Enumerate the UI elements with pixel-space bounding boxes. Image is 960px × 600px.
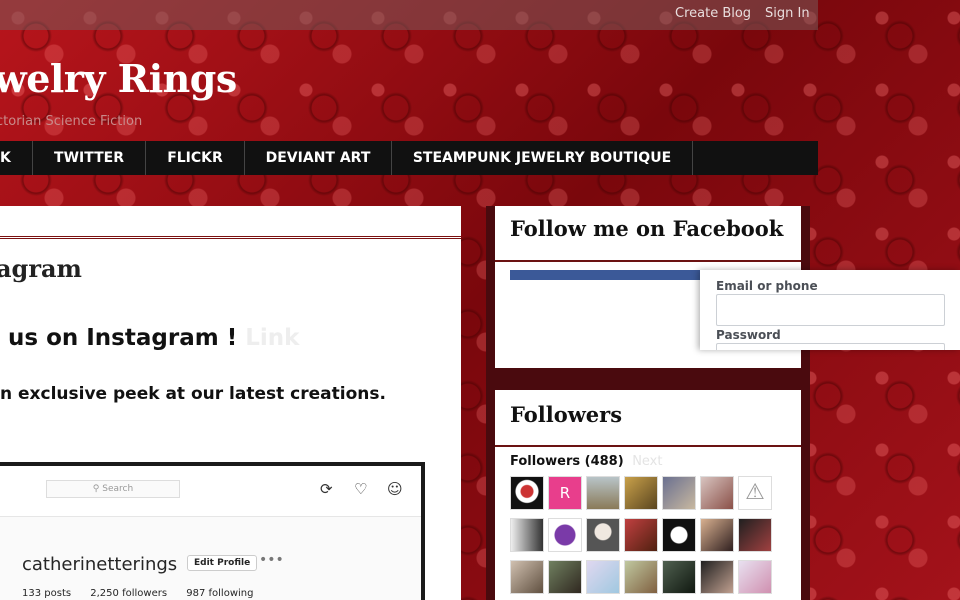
- follower-avatar[interactable]: [624, 518, 658, 552]
- post-instagram-line: us on Instagram ! Link: [8, 325, 299, 351]
- instagram-username: catherinetterings: [22, 554, 178, 575]
- instagram-search-placeholder: Search: [102, 484, 134, 494]
- password-field[interactable]: [716, 343, 945, 350]
- warning-icon[interactable]: ⚠: [738, 476, 772, 510]
- instagram-header: ⚲ Search ⟳ ♡ ☺: [0, 466, 421, 517]
- follower-avatar[interactable]: [586, 518, 620, 552]
- nav-item-steampunk-jewelry-boutique[interactable]: STEAMPUNK JEWELRY BOUTIQUE: [392, 141, 693, 175]
- instagram-posts: 133 posts: [22, 588, 72, 599]
- follower-avatar[interactable]: [624, 476, 658, 510]
- facebook-login-popup: Email or phone Password: [700, 270, 960, 350]
- blog-description: ctorian Science Fiction: [0, 114, 143, 129]
- heart-icon: ♡: [354, 480, 368, 498]
- follower-avatar[interactable]: [586, 560, 620, 594]
- main-nav: K TWITTER FLICKR DEVIANT ART STEAMPUNK J…: [0, 141, 818, 175]
- follower-avatar[interactable]: [700, 518, 734, 552]
- followers-next-link[interactable]: Next: [632, 454, 662, 469]
- sign-in-link[interactable]: Sign In: [765, 6, 810, 21]
- follower-avatar[interactable]: R: [548, 476, 582, 510]
- follower-avatar[interactable]: [510, 476, 544, 510]
- instagram-edit-profile: Edit Profile: [187, 555, 258, 571]
- nav-item-twitter[interactable]: TWITTER: [33, 141, 146, 175]
- nav-item-deviant-art[interactable]: DEVIANT ART: [245, 141, 392, 175]
- user-icon: ☺: [387, 480, 403, 498]
- more-icon: •••: [259, 552, 284, 568]
- follower-avatar[interactable]: [510, 560, 544, 594]
- instagram-search: ⚲ Search: [46, 480, 180, 498]
- post-divider: [0, 236, 461, 239]
- follower-avatar[interactable]: [624, 560, 658, 594]
- facebook-widget-title: Follow me on Facebook: [510, 216, 784, 241]
- nav-item-facebook[interactable]: K: [0, 141, 33, 175]
- email-field[interactable]: [716, 294, 945, 326]
- follower-avatar[interactable]: [738, 518, 772, 552]
- post-instagram-text: us on Instagram !: [8, 325, 238, 351]
- follower-avatar[interactable]: [548, 560, 582, 594]
- compass-icon: ⟳: [320, 480, 333, 498]
- email-label: Email or phone: [716, 279, 818, 293]
- follower-avatar[interactable]: [738, 560, 772, 594]
- follower-avatar[interactable]: [662, 560, 696, 594]
- post-exclusive-text: n exclusive peek at our latest creations…: [0, 384, 386, 404]
- follower-avatar[interactable]: [662, 476, 696, 510]
- instagram-link[interactable]: Link: [245, 325, 299, 351]
- followers-count: Followers (488) Next: [510, 454, 662, 469]
- post-title[interactable]: agram: [0, 254, 82, 283]
- follower-avatar[interactable]: [662, 518, 696, 552]
- nav-item-flickr[interactable]: FLICKR: [146, 141, 245, 175]
- facebook-page-embed[interactable]: [510, 270, 700, 360]
- followers-count-label: Followers (488): [510, 454, 624, 469]
- instagram-followers: 2,250 followers: [90, 588, 168, 599]
- followers-widget-divider: [495, 445, 801, 447]
- follower-avatar[interactable]: [700, 476, 734, 510]
- top-navbar: Create Blog Sign In: [0, 0, 818, 30]
- instagram-stats: 133 posts 2,250 followers 987 following: [22, 588, 269, 599]
- followers-widget-title: Followers: [510, 402, 623, 427]
- facebook-widget-divider: [495, 260, 801, 262]
- follower-avatar[interactable]: [548, 518, 582, 552]
- instagram-screenshot: ⚲ Search ⟳ ♡ ☺ catherinetterings Edit Pr…: [0, 462, 425, 600]
- follower-avatar[interactable]: [510, 518, 544, 552]
- follower-avatar[interactable]: [586, 476, 620, 510]
- follower-avatar[interactable]: [700, 560, 734, 594]
- instagram-following: 987 following: [186, 588, 254, 599]
- blog-post: agram us on Instagram ! Link n exclusive…: [0, 206, 461, 600]
- search-icon: ⚲: [92, 484, 100, 494]
- blog-title[interactable]: welry Rings: [0, 56, 237, 101]
- create-blog-link[interactable]: Create Blog: [675, 6, 751, 21]
- password-label: Password: [716, 328, 781, 342]
